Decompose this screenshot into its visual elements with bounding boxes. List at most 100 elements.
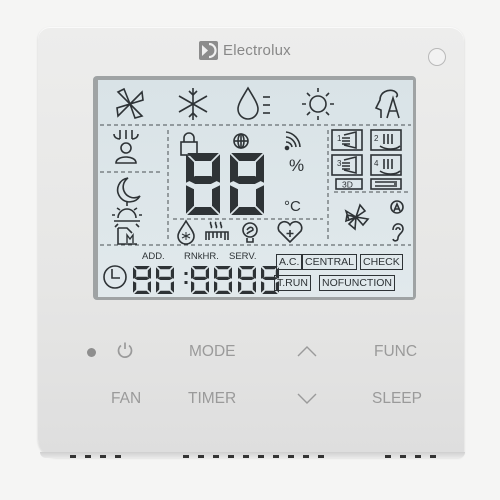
brand-name: Electrolux [223,42,291,59]
vent-slot [400,455,406,458]
vent-slot [115,455,121,458]
time-digit-2 [156,266,174,294]
central-status-box: CENTRAL [302,254,358,270]
electrolux-logo-icon [199,41,218,60]
down-button[interactable] [297,392,317,410]
lock-icon [180,132,198,156]
sunrise-icon [112,202,142,228]
time-digit-5-segment-1 [239,276,255,280]
vent-slot [303,455,309,458]
sleep-moon-icon [116,177,141,203]
vent-slot [318,455,324,458]
rnkhr-label: RNkHR. [184,251,219,262]
main-digit-1 [186,153,220,215]
up-button[interactable] [297,344,317,362]
swing-label-4: 4 [374,159,379,168]
memory-m-icon [117,227,137,245]
time-digit-2-segment-3 [156,267,160,279]
time-digit-3-segment-6 [205,281,209,293]
sleep-button[interactable]: SLEEP [372,390,422,408]
time-digit-2-segment-5 [156,281,160,293]
time-digit-1-segment-3 [133,267,137,279]
fan-mode-icon [116,87,144,119]
down-chevron-icon [297,393,317,404]
swing-label-3: 3 [337,159,342,168]
time-digit-5-segment-5 [238,281,242,293]
time-digit-6-segment-2 [262,290,278,294]
time-digit-3-segment-3 [191,267,195,279]
time-digit-5-segment-6 [252,281,256,293]
time-digit-2-segment-2 [157,290,173,294]
vent-slot [228,455,234,458]
heater-icon [205,221,229,240]
swing-horizontal-icon [370,178,402,190]
time-digit-3-segment-0 [192,266,208,270]
time-digit-1-segment-1 [134,276,150,280]
clock-icon [103,265,127,289]
time-digit-5-segment-2 [239,290,255,294]
ac-status-box: A.C. [276,254,303,270]
add-label: ADD. [142,251,165,262]
time-digit-3 [191,266,209,294]
ambient-sensor [428,48,446,66]
time-digit-4-segment-0 [215,266,231,270]
time-digit-4-segment-2 [215,290,231,294]
time-digit-4-segment-1 [215,276,231,280]
power-indicator-led [87,348,96,357]
vent-slot [258,455,264,458]
lcd-display: 1 2 3 4 3D % °C ADD. RNkHR. SERV. A.C. C… [98,80,413,297]
fan-button[interactable]: FAN [111,390,141,408]
vent-slot [85,455,91,458]
time-digit-5 [238,266,256,294]
vent-slot [288,455,294,458]
auto-head-icon [374,89,400,119]
percent-unit: % [289,156,305,175]
time-digit-4-segment-6 [228,281,232,293]
time-digits [133,266,279,294]
vent-slot [273,455,279,458]
check-status-box: CHECK [360,254,403,270]
globe-icon [233,133,249,149]
vent-slot [243,455,249,458]
trun-status-box: T.RUN [274,275,311,291]
main-digit-2-segment-0 [231,153,263,161]
power-button[interactable] [116,341,134,364]
time-digit-3-segment-5 [191,281,195,293]
timer-button[interactable]: TIMER [188,390,236,408]
mode-button[interactable]: MODE [189,343,236,361]
heat-sun-icon [302,88,334,120]
time-digit-4-segment-3 [214,267,218,279]
anti-freeze-drop-icon [177,219,195,245]
time-digit-5-segment-4 [252,267,256,279]
swing-label-2: 2 [374,134,379,143]
func-button[interactable]: FUNC [374,343,417,361]
vent-slot [70,455,76,458]
fan-speed-icon [344,203,370,231]
wifi-signal-icon [284,131,301,151]
temp-unit: °C [284,198,301,215]
main-digit-1-segment-2 [187,207,219,215]
main-digit-2 [230,153,264,215]
time-digit-1-segment-4 [147,267,151,279]
time-digit-3-segment-2 [192,290,208,294]
time-digit-1-segment-5 [133,281,137,293]
time-digit-4-segment-4 [228,267,232,279]
main-digits [186,153,264,215]
time-colon-bottom [184,281,188,284]
vent-slot [385,455,391,458]
nofunction-status-box: NOFUNCTION [319,275,395,291]
vent-slot [430,455,436,458]
main-digit-2-segment-2 [231,207,263,215]
swing-3d-label: 3D [342,180,353,190]
power-icon [117,342,133,358]
time-digit-3-segment-4 [205,267,209,279]
time-digit-5-segment-3 [238,267,242,279]
vent-slot [213,455,219,458]
brand-logo: Electrolux [199,41,291,60]
vent-slot [100,455,106,458]
time-digit-1-segment-0 [134,266,150,270]
time-digit-1 [133,266,151,294]
time-digit-3-segment-1 [192,276,208,280]
up-chevron-icon [297,346,317,357]
serv-label: SERV. [229,251,257,262]
